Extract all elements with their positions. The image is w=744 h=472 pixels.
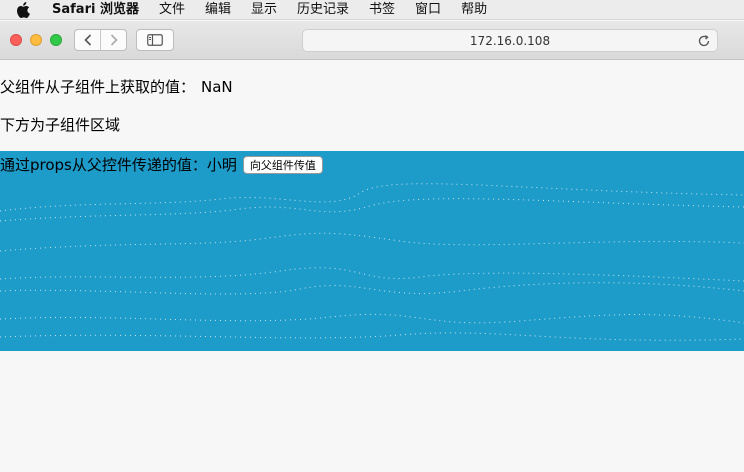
chevron-right-icon: [110, 34, 118, 46]
parent-value: NaN: [201, 78, 233, 96]
reload-icon[interactable]: [697, 34, 711, 48]
child-props-row: 通过props从父控件传递的值： 小明 向父组件传值: [0, 154, 323, 175]
child-area-heading: 下方为子组件区域: [0, 116, 121, 134]
address-bar[interactable]: 172.16.0.108: [302, 29, 718, 52]
back-button[interactable]: [75, 30, 100, 50]
chevron-left-icon: [84, 34, 91, 46]
browser-toolbar: 172.16.0.108: [0, 21, 744, 60]
minimize-window-button[interactable]: [30, 34, 42, 46]
menu-history[interactable]: 历史记录: [297, 0, 349, 20]
sidebar-icon: [147, 34, 163, 46]
menu-edit[interactable]: 编辑: [205, 0, 231, 20]
navigation-buttons: [74, 29, 127, 51]
menu-help[interactable]: 帮助: [461, 0, 487, 20]
menu-bookmarks[interactable]: 书签: [369, 0, 395, 20]
forward-button[interactable]: [100, 30, 126, 50]
child-props-value: 小明: [206, 156, 237, 174]
page-content: 父组件从子组件上获取的值： NaN 下方为子组件区域 通过props从父控件传递的…: [0, 61, 744, 472]
menu-safari[interactable]: Safari 浏览器: [52, 0, 139, 20]
send-to-parent-button[interactable]: 向父组件传值: [242, 155, 323, 174]
sidebar-toggle-button[interactable]: [136, 29, 174, 51]
close-window-button[interactable]: [10, 34, 22, 46]
parent-value-label: 父组件从子组件上获取的值：: [0, 78, 196, 96]
child-component-area: 通过props从父控件传递的值： 小明 向父组件传值: [0, 151, 744, 351]
menu-view[interactable]: 显示: [251, 0, 277, 20]
url-text: 172.16.0.108: [469, 33, 551, 48]
child-props-label: 通过props从父控件传递的值：: [0, 156, 207, 174]
menu-window[interactable]: 窗口: [415, 0, 441, 20]
zoom-window-button[interactable]: [50, 34, 62, 46]
menu-bar: Safari 浏览器 文件 编辑 显示 历史记录 书签 窗口 帮助: [0, 0, 744, 20]
menu-file[interactable]: 文件: [159, 0, 185, 20]
background-dot-pattern: [0, 183, 744, 341]
parent-value-row: 父组件从子组件上获取的值： NaN: [0, 77, 233, 97]
apple-icon[interactable]: [16, 1, 32, 18]
